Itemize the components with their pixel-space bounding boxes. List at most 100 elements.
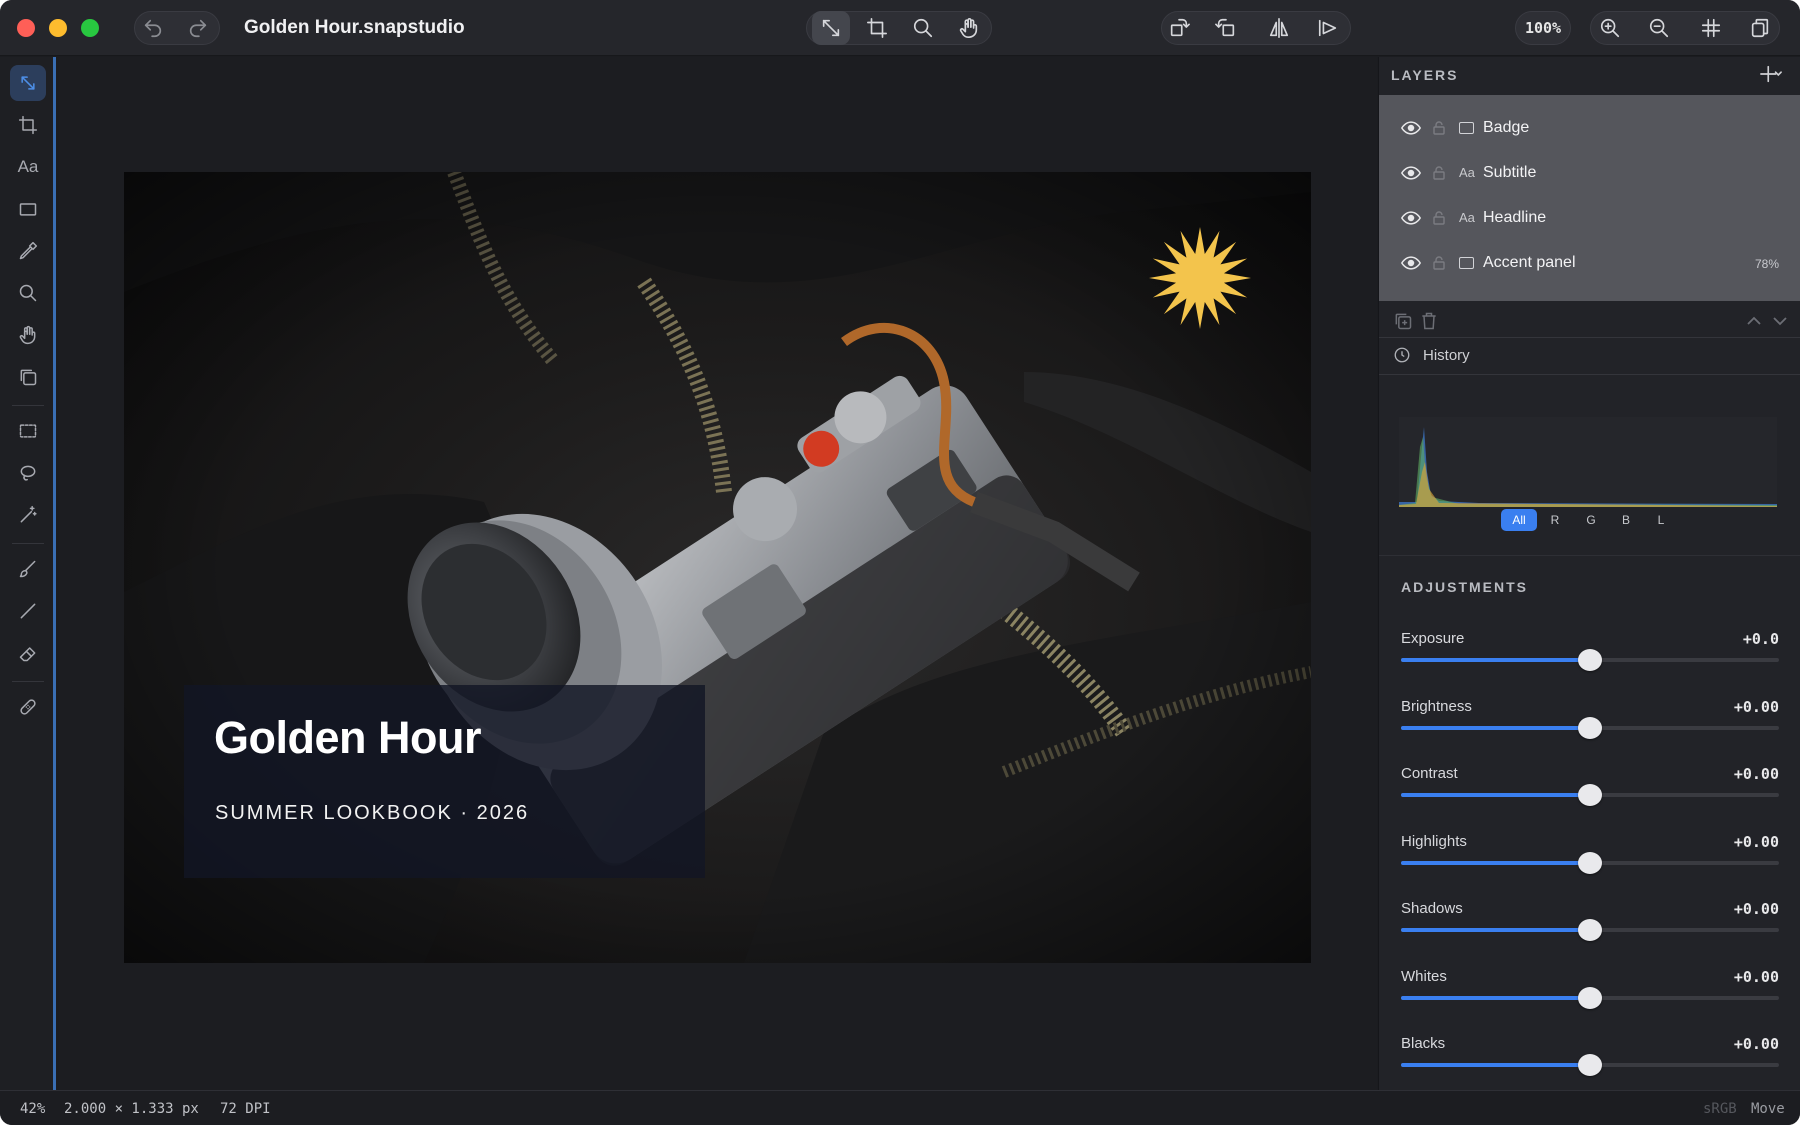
crop-tool-button[interactable] (860, 11, 894, 45)
lock-icon[interactable] (1433, 256, 1445, 270)
histogram-tab-all[interactable]: All (1501, 509, 1537, 531)
eyedropper-icon (19, 241, 38, 260)
lock-icon[interactable] (1433, 121, 1445, 135)
zoom-window-button[interactable] (81, 19, 99, 37)
artboard[interactable]: Golden Hour SUMMER LOOKBOOK · 2026 (124, 172, 1311, 963)
adjustment-value[interactable]: +0.00 (1734, 698, 1779, 716)
eyedropper-tool[interactable] (10, 233, 46, 269)
slider-track[interactable] (1401, 716, 1779, 739)
magic-wand-tool[interactable] (10, 497, 46, 533)
toolbar-divider (12, 681, 44, 682)
layer-row[interactable]: Accent panel 78% (1379, 242, 1800, 286)
line-tool[interactable] (10, 593, 46, 629)
magnifier-icon (19, 284, 37, 302)
trash-icon (1422, 312, 1436, 330)
slider-track[interactable] (1401, 649, 1779, 671)
eye-icon[interactable] (1401, 211, 1421, 225)
slider-thumb[interactable] (1578, 851, 1602, 874)
delete-layer-button[interactable] (1419, 311, 1439, 331)
add-layer-button[interactable] (1758, 61, 1784, 87)
layer-row[interactable]: Aa Headline (1379, 197, 1800, 241)
slider-thumb[interactable] (1578, 1054, 1602, 1076)
eraser-tool[interactable] (10, 635, 46, 671)
lock-icon[interactable] (1433, 211, 1445, 225)
move-tool-button[interactable] (812, 11, 850, 45)
adjustment-value[interactable]: +0.00 (1734, 765, 1779, 783)
healing-tool[interactable] (10, 689, 46, 725)
starburst-badge[interactable] (1149, 227, 1251, 329)
rotate-left-button[interactable] (1209, 11, 1243, 45)
slider-track[interactable] (1401, 1054, 1779, 1076)
brush-tool[interactable] (10, 551, 46, 587)
close-window-button[interactable] (17, 19, 35, 37)
histogram-tab-b[interactable]: B (1609, 509, 1643, 531)
slider-track[interactable] (1401, 851, 1779, 874)
zoom-tool[interactable] (10, 275, 46, 311)
flip-horizontal-button[interactable] (1262, 11, 1296, 45)
eye-icon[interactable] (1401, 121, 1421, 135)
rotate-right-button[interactable] (1162, 11, 1196, 45)
zoom-tool-button[interactable] (906, 11, 940, 45)
hand-tool-button[interactable] (952, 11, 986, 45)
adjustment-value[interactable]: +0.00 (1734, 1035, 1779, 1053)
slider-thumb[interactable] (1578, 649, 1602, 671)
adjustment-label: Shadows (1401, 900, 1463, 917)
divider (1379, 374, 1800, 375)
duplicate-layer-button[interactable] (1393, 311, 1413, 331)
move-layer-up-button[interactable] (1746, 314, 1762, 328)
headline-text[interactable]: Golden Hour (214, 712, 481, 764)
chevron-down-icon (1773, 317, 1787, 326)
flip-vertical-icon (1318, 19, 1337, 37)
histogram-tab-l[interactable]: L (1643, 509, 1679, 531)
layer-row[interactable]: Aa Subtitle (1379, 152, 1800, 196)
lock-icon[interactable] (1433, 166, 1445, 180)
layer-row[interactable]: Badge (1379, 107, 1800, 151)
adjustment-exposure: Exposure +0.0 (1401, 630, 1779, 690)
redo-button[interactable] (181, 11, 215, 45)
slider-track[interactable] (1401, 919, 1779, 941)
hand-tool[interactable] (10, 317, 46, 353)
shape-layer-icon (1459, 122, 1474, 134)
chevron-up-icon (1747, 316, 1761, 325)
adjustment-label: Whites (1401, 967, 1447, 985)
zoom-out-icon (1649, 18, 1669, 38)
undo-button[interactable] (136, 11, 170, 45)
clone-tool[interactable] (10, 359, 46, 395)
clone-icon (20, 369, 37, 386)
histogram-tab-g[interactable]: G (1573, 509, 1609, 531)
text-tool[interactable]: Aa (10, 149, 46, 185)
zoom-level[interactable]: 100% (1515, 11, 1571, 45)
slider-thumb[interactable] (1578, 986, 1602, 1009)
lasso-tool[interactable] (10, 455, 46, 491)
slider-thumb[interactable] (1578, 716, 1602, 739)
marquee-tool[interactable] (10, 413, 46, 449)
move-tool[interactable] (10, 65, 46, 101)
rectangle-icon (19, 203, 37, 216)
grid-toggle-button[interactable] (1694, 11, 1728, 45)
crop-tool[interactable] (10, 107, 46, 143)
flip-vertical-button[interactable] (1311, 11, 1345, 45)
eye-icon[interactable] (1401, 256, 1421, 270)
slider-thumb[interactable] (1578, 784, 1602, 806)
slider-track[interactable] (1401, 986, 1779, 1009)
zoom-in-button[interactable] (1593, 11, 1627, 45)
slider-track[interactable] (1401, 784, 1779, 806)
subtitle-text[interactable]: SUMMER LOOKBOOK · 2026 (215, 802, 529, 825)
history-tab[interactable]: History (1423, 347, 1470, 364)
move-layer-down-button[interactable] (1772, 314, 1788, 328)
zoom-out-button[interactable] (1642, 11, 1676, 45)
adjustment-value[interactable]: +0.00 (1734, 833, 1779, 851)
adjustment-value[interactable]: +0.0 (1743, 630, 1779, 648)
layers-title: LAYERS (1391, 67, 1459, 83)
adjustment-value[interactable]: +0.00 (1734, 900, 1779, 918)
adjustment-value[interactable]: +0.00 (1734, 968, 1779, 986)
eye-icon[interactable] (1401, 166, 1421, 180)
histogram-tab-r[interactable]: R (1537, 509, 1573, 531)
copy-button[interactable] (1743, 11, 1777, 45)
canvas-area[interactable]: Golden Hour SUMMER LOOKBOOK · 2026 (59, 57, 1377, 1090)
rectangle-tool[interactable] (10, 191, 46, 227)
adjustments-title: ADJUSTMENTS (1401, 579, 1529, 595)
slider-thumb[interactable] (1578, 919, 1602, 941)
title-bar: Golden Hour.snapstudio 100% (0, 0, 1800, 56)
minimize-window-button[interactable] (49, 19, 67, 37)
